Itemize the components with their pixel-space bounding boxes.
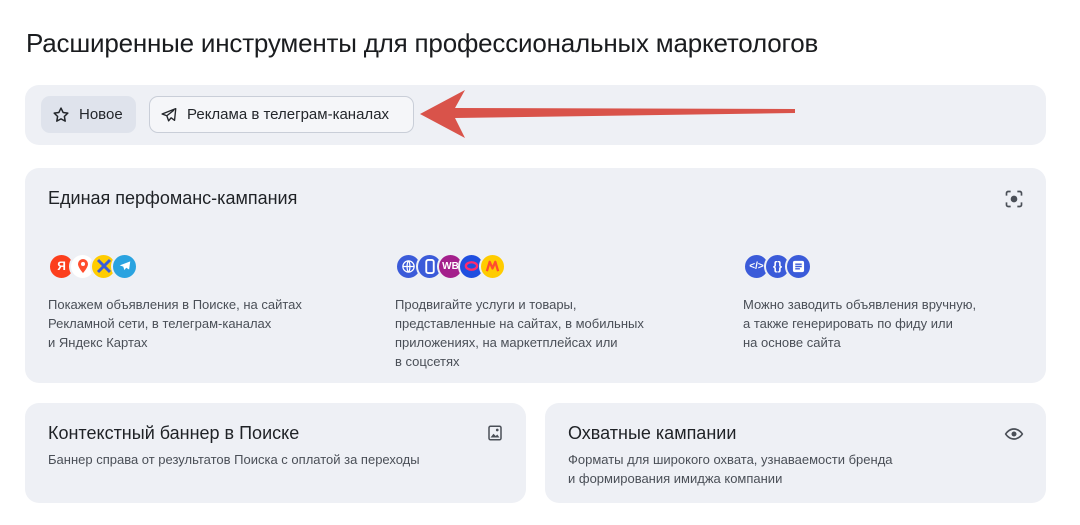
creation-icons: </> {} xyxy=(743,252,1033,280)
page-title: Расширенные инструменты для профессионал… xyxy=(26,28,819,58)
filter-chip-new-label: Новое xyxy=(79,106,123,123)
card-performance-campaign[interactable]: Единая перфоманс-кампания Я Покажем объя… xyxy=(25,168,1046,383)
promotion-description: Продвигайте услуги и товары, представлен… xyxy=(395,297,644,369)
creation-description: Можно заводить объявления вручную, а так… xyxy=(743,297,977,350)
eye-icon[interactable] xyxy=(1004,424,1024,444)
scan-icon[interactable] xyxy=(1004,189,1024,209)
telegram-send-icon xyxy=(161,107,177,122)
card-title: Единая перфоманс-кампания xyxy=(48,188,298,208)
annotation-arrow xyxy=(420,90,795,138)
placements-description: Покажем объявления в Поиске, на сайтах Р… xyxy=(48,297,302,350)
feature-column-placements: Я Покажем объявления в Поиске, на сайтах… xyxy=(48,252,338,352)
telegram-icon xyxy=(111,252,138,280)
card-title: Контекстный баннер в Поиске xyxy=(48,423,300,443)
image-icon[interactable] xyxy=(486,424,504,442)
filter-chip-new[interactable]: Новое xyxy=(41,96,136,133)
card-title: Охватные кампании xyxy=(568,423,737,443)
filter-chip-telegram[interactable]: Реклама в телеграм-каналах xyxy=(149,96,414,133)
yandex-market-icon xyxy=(479,252,506,280)
card-search-banner[interactable]: Контекстный баннер в Поиске Баннер справ… xyxy=(25,403,526,503)
card-reach-campaigns[interactable]: Охватные кампании Форматы для широкого о… xyxy=(545,403,1046,503)
star-icon xyxy=(53,106,69,122)
card-subtitle: Форматы для широкого охвата, узнаваемост… xyxy=(568,452,893,486)
promotion-icons: WB xyxy=(395,252,685,280)
filter-chip-telegram-label: Реклама в телеграм-каналах xyxy=(187,106,390,123)
feature-column-promotion: WB Продвигайте услуги и товары, представ… xyxy=(395,252,685,371)
list-icon xyxy=(785,252,812,280)
placement-icons: Я xyxy=(48,252,338,280)
feature-column-creation: </> {} Можно заводить объявления вручную… xyxy=(743,252,1033,352)
card-subtitle: Баннер справа от результатов Поиска с оп… xyxy=(48,452,420,467)
